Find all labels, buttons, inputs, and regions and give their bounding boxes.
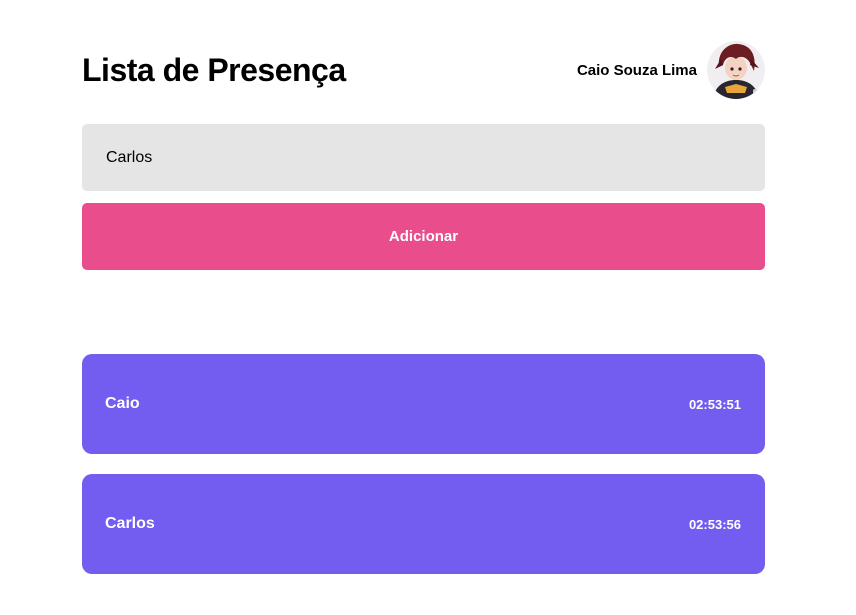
user-profile: Caio Souza Lima: [577, 41, 765, 99]
card-name: Caio: [105, 395, 140, 412]
card-time: 02:53:56: [688, 516, 741, 532]
card-time: 02:53:51: [688, 396, 741, 412]
attendance-card: Caio 02:53:51: [82, 354, 765, 454]
card-name: Carlos: [105, 515, 155, 532]
avatar: [707, 41, 765, 99]
attendance-card: Carlos 02:53:56: [82, 474, 765, 574]
name-input[interactable]: [82, 124, 765, 191]
page-title: Lista de Presença: [82, 51, 346, 88]
page-header: Lista de Presença Caio Souza Lima: [82, 38, 765, 102]
attendance-list: Caio 02:53:51 Carlos 02:53:56: [82, 354, 765, 594]
user-name: Caio Souza Lima: [576, 61, 697, 79]
add-button[interactable]: Adicionar: [82, 203, 765, 270]
